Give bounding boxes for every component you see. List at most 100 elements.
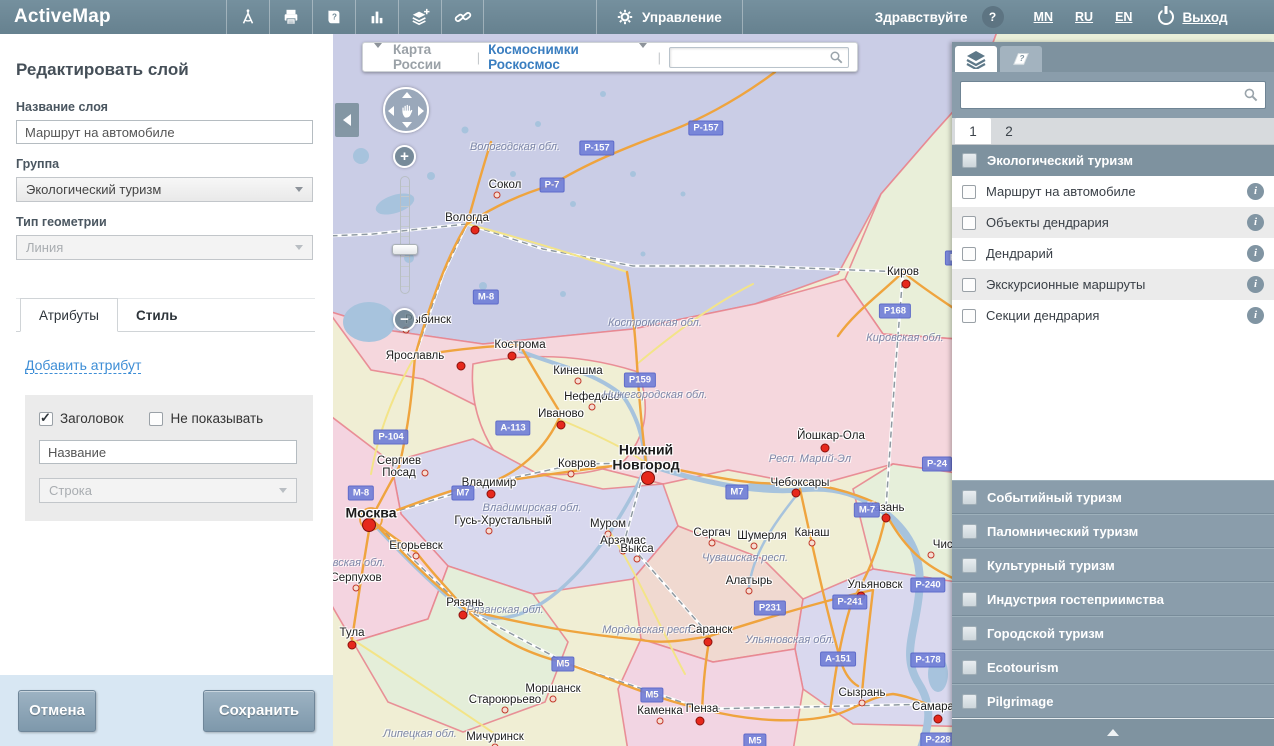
group-label: Pilgrimage	[987, 694, 1053, 709]
layer-label: Секции дендрария	[986, 308, 1237, 323]
svg-text:?: ?	[332, 13, 337, 22]
layer-row[interactable]: Объекты дендрария i	[952, 207, 1274, 238]
map-search-input[interactable]	[674, 50, 829, 64]
print-tool[interactable]	[269, 0, 312, 34]
header-checkbox[interactable]	[39, 412, 53, 426]
layer-group-header[interactable]: Городской туризм	[952, 616, 1274, 650]
layer-checkbox[interactable]	[962, 185, 976, 199]
hide-checkbox[interactable]	[149, 412, 163, 426]
attribute-type-value: Строка	[49, 483, 92, 498]
layer-group-header[interactable]: Pilgrimage	[952, 684, 1274, 718]
layer-group-header[interactable]: Паломнический туризм	[952, 514, 1274, 548]
layers-page-2[interactable]: 2	[991, 118, 1027, 144]
info-icon[interactable]: i	[1247, 307, 1264, 324]
layer-name-input[interactable]	[16, 120, 313, 144]
manage-button[interactable]: Управление	[596, 0, 743, 34]
layer-checkbox[interactable]	[962, 278, 976, 292]
cancel-button[interactable]: Отмена	[18, 690, 96, 732]
layer-label: Объекты дендрария	[986, 215, 1237, 230]
zoom-slider-track[interactable]	[400, 176, 410, 294]
lang-ru[interactable]: RU	[1075, 10, 1093, 24]
collapse-left-panel-button[interactable]	[335, 103, 359, 137]
share-link-tool[interactable]	[441, 0, 484, 34]
greeting-text: Здравствуйте	[875, 10, 968, 25]
map-toolbar: Карта России | Космоснимки Роскосмос |	[362, 42, 858, 72]
layer-row[interactable]: Экскурсионные маршрутыi	[952, 269, 1274, 300]
tab-attributes[interactable]: Атрибуты	[20, 298, 118, 332]
map-select-caret[interactable]	[371, 45, 385, 69]
hand-icon	[399, 103, 416, 125]
group-checkbox[interactable]	[962, 153, 977, 168]
panel-collapse-button[interactable]	[952, 718, 1274, 746]
statistics-tool[interactable]	[355, 0, 398, 34]
help-button[interactable]: ?	[982, 6, 1004, 28]
basemap-select-caret[interactable]	[636, 45, 650, 69]
layer-row[interactable]: Маршрут на автомобилеi	[952, 176, 1274, 207]
chevron-down-icon	[279, 488, 287, 493]
group-checkbox[interactable]	[962, 660, 977, 675]
group-label: Ecotourism	[987, 660, 1059, 675]
layer-group-header[interactable]: Ecotourism	[952, 650, 1274, 684]
gear-icon	[617, 9, 633, 25]
layer-row[interactable]: Дендрарий i	[952, 238, 1274, 269]
layers-page-1[interactable]: 1	[955, 118, 991, 144]
pan-left-icon[interactable]	[388, 106, 394, 116]
attribute-box: Заголовок Не показывать Строка	[25, 395, 313, 521]
layer-row[interactable]: Секции дендрария i	[952, 300, 1274, 331]
chevron-down-icon	[295, 245, 303, 250]
search-icon	[829, 50, 844, 65]
link-icon	[454, 8, 472, 26]
info-icon[interactable]: i	[1247, 276, 1264, 293]
panel-title: Редактировать слой	[16, 60, 315, 80]
group-checkbox[interactable]	[962, 694, 977, 709]
add-attribute-link[interactable]: Добавить атрибут	[25, 357, 141, 374]
info-icon[interactable]: i	[1247, 183, 1264, 200]
info-icon[interactable]: i	[1247, 214, 1264, 231]
layers-search-input[interactable]	[967, 88, 1243, 103]
app-logo[interactable]: ActiveMap	[0, 6, 226, 28]
basemap-name[interactable]: Космоснимки Роскосмос	[488, 42, 628, 72]
pan-up-icon[interactable]	[402, 92, 412, 98]
search-icon	[1243, 87, 1259, 103]
group-label: Группа	[16, 157, 315, 171]
layers-list: Экологический туризм Маршрут на автомоби…	[952, 145, 1274, 746]
attribute-name-input[interactable]	[39, 440, 297, 464]
group-checkbox[interactable]	[962, 626, 977, 641]
save-button[interactable]: Сохранить	[203, 690, 315, 732]
geometry-type-select: Линия	[16, 235, 313, 260]
panel-tab-layers[interactable]	[955, 46, 997, 72]
layer-checkbox[interactable]	[962, 247, 976, 261]
group-select[interactable]: Экологический туризм	[16, 177, 313, 202]
lang-en[interactable]: EN	[1115, 10, 1132, 24]
pan-right-icon[interactable]	[418, 106, 424, 116]
layer-group-header[interactable]: Культурный туризм	[952, 548, 1274, 582]
layer-group-header[interactable]: Событийный туризм	[952, 480, 1274, 514]
zoom-in-button[interactable]: +	[393, 145, 416, 168]
lang-mn[interactable]: MN	[1034, 10, 1053, 24]
group-checkbox[interactable]	[962, 524, 977, 539]
reference-tool[interactable]: ?	[312, 0, 355, 34]
add-layer-tool[interactable]	[398, 0, 441, 34]
group-checkbox[interactable]	[962, 558, 977, 573]
group-checkbox[interactable]	[962, 592, 977, 607]
help-book-icon: ?	[325, 8, 343, 26]
group-checkbox[interactable]	[962, 490, 977, 505]
logout-label: Выход	[1182, 10, 1227, 25]
panel-tab-legend-book[interactable]: ?	[1000, 46, 1042, 72]
layer-label: Дендрарий	[986, 246, 1237, 261]
tab-style[interactable]: Стиль	[118, 299, 196, 331]
printer-icon	[282, 8, 300, 26]
layer-group-header-expanded[interactable]: Экологический туризм	[952, 145, 1274, 176]
map-name[interactable]: Карта России	[393, 42, 469, 72]
layer-checkbox[interactable]	[962, 216, 976, 230]
info-icon[interactable]: i	[1247, 245, 1264, 262]
map-pan-control[interactable]	[383, 87, 429, 133]
layer-checkbox[interactable]	[962, 309, 976, 323]
measure-tool[interactable]	[226, 0, 269, 34]
toolbar: ?	[226, 0, 484, 34]
separator: |	[658, 50, 661, 65]
zoom-out-button[interactable]: −	[393, 308, 416, 331]
zoom-slider-handle[interactable]	[392, 244, 418, 255]
layer-group-header[interactable]: Индустрия гостеприимства	[952, 582, 1274, 616]
logout-button[interactable]: Выход	[1158, 9, 1227, 25]
